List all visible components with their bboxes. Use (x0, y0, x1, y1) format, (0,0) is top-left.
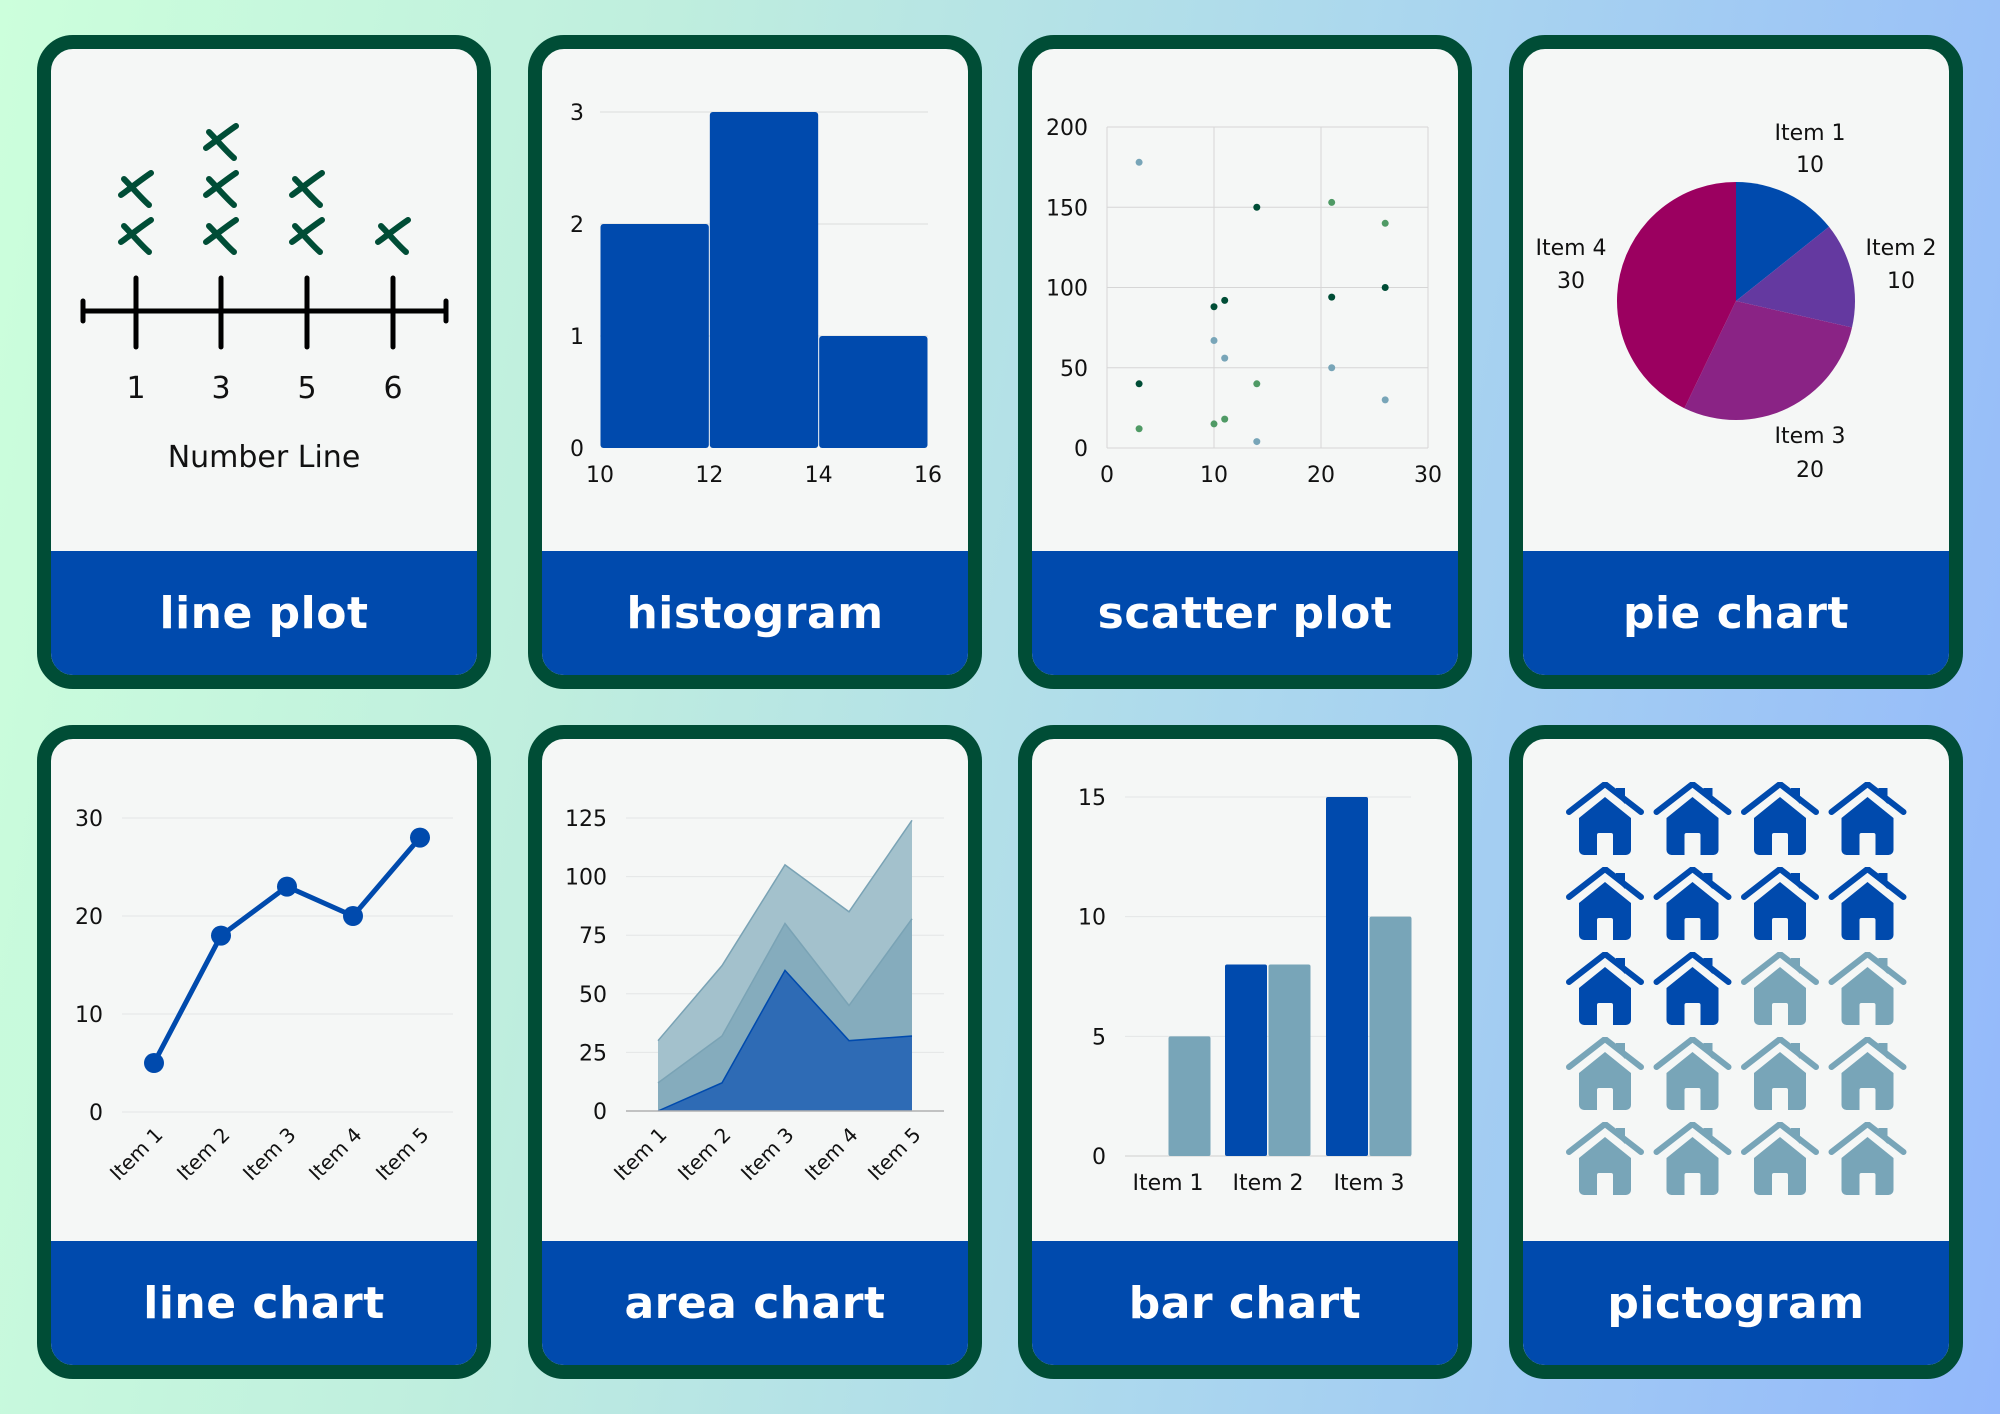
card-area-chart: area chart (528, 725, 982, 1379)
card-label-band: bar chart (1032, 1241, 1458, 1365)
card-label-band: scatter plot (1032, 551, 1458, 675)
card-pictogram: pictogram (1509, 725, 1963, 1379)
card-label-band: histogram (542, 551, 968, 675)
card-label-band: line chart (51, 1241, 477, 1365)
card-label: bar chart (1128, 1277, 1362, 1329)
card-label: pie chart (1622, 587, 1850, 639)
card-line-chart: line chart (37, 725, 491, 1379)
card-label: scatter plot (1097, 587, 1393, 639)
card-label: line chart (143, 1277, 385, 1329)
card-histogram: histogram (528, 35, 982, 689)
card-line-plot: line plot (37, 35, 491, 689)
card-label: area chart (624, 1277, 886, 1329)
card-label-band: pie chart (1523, 551, 1949, 675)
card-scatter-plot: scatter plot (1018, 35, 1472, 689)
card-label-band: pictogram (1523, 1241, 1949, 1365)
card-label: line plot (159, 587, 369, 639)
card-label-band: line plot (51, 551, 477, 675)
card-label-band: area chart (542, 1241, 968, 1365)
card-pie-chart: pie chart (1509, 35, 1963, 689)
card-bar-chart: bar chart (1018, 725, 1472, 1379)
card-label: histogram (626, 587, 884, 639)
card-label: pictogram (1607, 1277, 1865, 1329)
